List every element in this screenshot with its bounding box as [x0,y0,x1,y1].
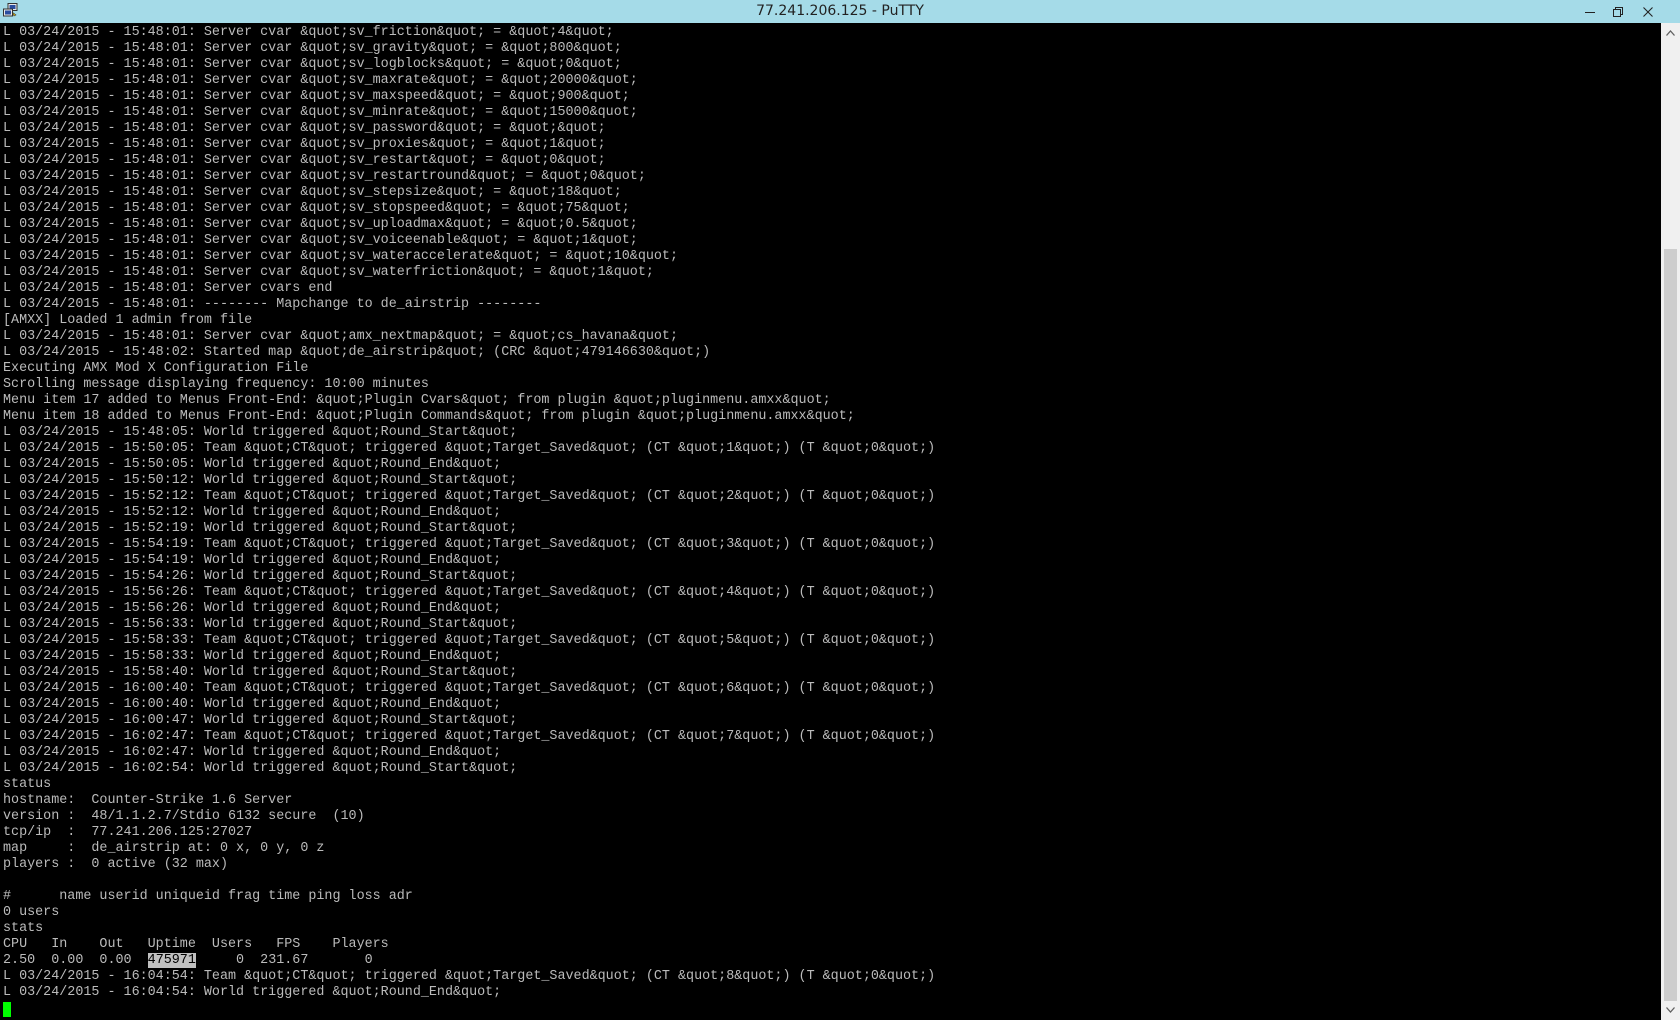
terminal-line: Executing AMX Mod X Configuration File [3,361,309,376]
terminal-line: L 03/24/2015 - 15:52:12: World triggered… [3,505,502,520]
terminal-line: [AMXX] Loaded 1 admin from file [3,313,253,328]
terminal-line: L 03/24/2015 - 15:48:01: Server cvar &qu… [3,25,614,40]
terminal-line: L 03/24/2015 - 15:48:01: Server cvar &qu… [3,249,678,264]
close-icon[interactable] [1634,0,1662,23]
terminal-line: L 03/24/2015 - 15:48:01: Server cvar &qu… [3,89,630,104]
stats-header-line: CPU In Out Uptime Users FPS Players [3,937,389,952]
uptime-selection[interactable]: 475971 [147,953,196,968]
terminal-lines: L 03/24/2015 - 15:48:01: Server cvar &qu… [3,25,935,1017]
terminal-line: 0 users [3,905,60,920]
terminal-line: L 03/24/2015 - 15:58:33: Team &quot;CT&q… [3,633,936,648]
terminal-line: L 03/24/2015 - 15:48:01: Server cvar &qu… [3,153,606,168]
terminal-line: # name userid uniqueid frag time ping lo… [3,889,413,904]
terminal-line: L 03/24/2015 - 15:48:01: Server cvar &qu… [3,137,606,152]
terminal-line: Menu item 17 added to Menus Front-End: &… [3,393,831,408]
terminal-line: L 03/24/2015 - 16:00:40: World triggered… [3,697,502,712]
terminal-line: version : 48/1.1.2.7/Stdio 6132 secure (… [3,809,365,824]
scrollbar-thumb[interactable] [1664,249,1677,1001]
terminal-line: L 03/24/2015 - 15:48:01: -------- Mapcha… [3,297,542,312]
stats-prefix: 2.50 0.00 0.00 [3,953,148,968]
terminal-line: L 03/24/2015 - 15:48:01: Server cvar &qu… [3,265,654,280]
terminal-line: L 03/24/2015 - 15:56:26: Team &quot;CT&q… [3,585,936,600]
terminal-line: status [3,777,52,792]
terminal-line: L 03/24/2015 - 15:50:05: World triggered… [3,457,502,472]
terminal-line: Scrolling message displaying frequency: … [3,377,429,392]
stats-suffix: 0 231.67 0 [195,953,373,968]
terminal-line: L 03/24/2015 - 15:48:02: Started map &qu… [3,345,711,360]
terminal-line: L 03/24/2015 - 16:00:40: Team &quot;CT&q… [3,681,936,696]
title-bar[interactable]: 77.241.206.125 - PuTTY [0,0,1680,23]
terminal-line: L 03/24/2015 - 15:56:33: World triggered… [3,617,518,632]
terminal-output[interactable]: L 03/24/2015 - 15:48:01: Server cvar &qu… [0,23,1661,1020]
terminal-line: L 03/24/2015 - 15:52:19: World triggered… [3,521,518,536]
minimize-icon[interactable] [1576,0,1604,23]
terminal-line: L 03/24/2015 - 15:54:26: World triggered… [3,569,518,584]
terminal-line: L 03/24/2015 - 16:04:54: World triggered… [3,985,502,1000]
window-title: 77.241.206.125 - PuTTY [756,3,924,19]
terminal-line: L 03/24/2015 - 15:48:01: Server cvar &qu… [3,217,638,232]
scroll-down-arrow-icon[interactable] [1661,1002,1680,1018]
terminal-line: L 03/24/2015 - 15:48:01: Server cvar &qu… [3,73,638,88]
terminal-line: L 03/24/2015 - 16:00:47: World triggered… [3,713,518,728]
terminal-line: hostname: Counter-Strike 1.6 Server [3,793,293,808]
terminal-line: L 03/24/2015 - 15:48:01: Server cvar &qu… [3,41,622,56]
terminal-line: L 03/24/2015 - 16:02:54: World triggered… [3,761,518,776]
terminal-line: L 03/24/2015 - 15:48:01: Server cvar &qu… [3,121,606,136]
terminal-line: L 03/24/2015 - 15:48:01: Server cvar &qu… [3,57,622,72]
terminal-line: L 03/24/2015 - 16:02:47: World triggered… [3,745,502,760]
terminal-line: L 03/24/2015 - 16:04:54: Team &quot;CT&q… [3,969,936,984]
terminal-line: L 03/24/2015 - 15:54:19: Team &quot;CT&q… [3,537,936,552]
terminal-line: L 03/24/2015 - 15:52:12: Team &quot;CT&q… [3,489,936,504]
terminal-line: tcp/ip : 77.241.206.125:27027 [3,825,253,840]
terminal-line: players : 0 active (32 max) [3,857,228,872]
scroll-up-arrow-icon[interactable] [1661,25,1680,41]
prompt-line [3,1001,935,1017]
terminal-line: L 03/24/2015 - 15:48:01: Server cvar &qu… [3,329,678,344]
terminal-line: L 03/24/2015 - 15:54:19: World triggered… [3,553,502,568]
terminal-cursor [3,1002,11,1017]
restore-icon[interactable] [1604,0,1632,23]
terminal-line: L 03/24/2015 - 15:48:05: World triggered… [3,425,518,440]
terminal-line: L 03/24/2015 - 15:48:01: Server cvar &qu… [3,185,622,200]
putty-window: 77.241.206.125 - PuTTY L 03/24/2015 - 15… [0,0,1680,1020]
terminal-line: L 03/24/2015 - 15:48:01: Server cvars en… [3,281,333,296]
terminal-line: L 03/24/2015 - 15:58:40: World triggered… [3,665,518,680]
terminal-line: L 03/24/2015 - 15:50:12: World triggered… [3,473,518,488]
vertical-scrollbar[interactable] [1661,23,1680,1020]
terminal-line: L 03/24/2015 - 15:56:26: World triggered… [3,601,502,616]
terminal-line: L 03/24/2015 - 15:48:01: Server cvar &qu… [3,233,638,248]
terminal-line: Menu item 18 added to Menus Front-End: &… [3,409,855,424]
terminal-line: L 03/24/2015 - 15:50:05: Team &quot;CT&q… [3,441,936,456]
terminal-line: L 03/24/2015 - 15:48:01: Server cvar &qu… [3,105,638,120]
terminal-line: stats [3,921,44,936]
stats-values-line: 2.50 0.00 0.00 475971 0 231.67 0 [3,953,935,969]
terminal-line: L 03/24/2015 - 16:02:47: Team &quot;CT&q… [3,729,936,744]
terminal-line: L 03/24/2015 - 15:48:01: Server cvar &qu… [3,169,646,184]
terminal-line: L 03/24/2015 - 15:58:33: World triggered… [3,649,502,664]
terminal-line: L 03/24/2015 - 15:48:01: Server cvar &qu… [3,201,630,216]
terminal-line: map : de_airstrip at: 0 x, 0 y, 0 z [3,841,325,856]
